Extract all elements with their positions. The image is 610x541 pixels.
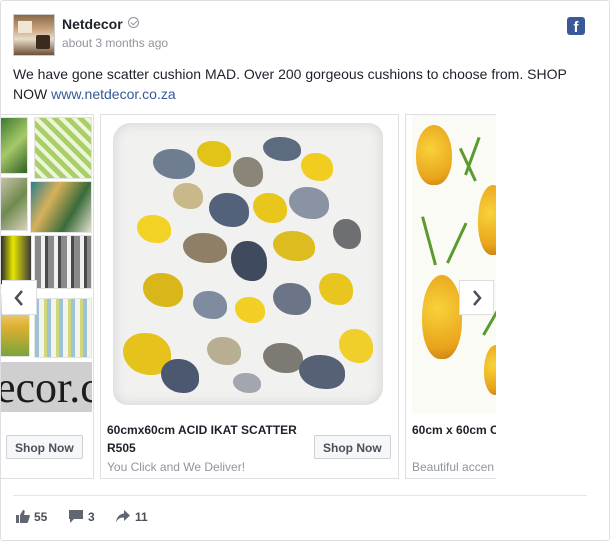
collage-tile xyxy=(1,177,28,231)
post-timestamp[interactable]: about 3 months ago xyxy=(62,36,168,50)
carousel-item[interactable]: 60cmx60cm ACID IKAT SCATTER R505 You Cli… xyxy=(100,114,399,479)
verified-icon xyxy=(128,17,139,28)
product-title[interactable]: 60cm x 60cm C SCATTER R43 xyxy=(412,421,496,439)
product-title[interactable]: 60cmx60cm ACID IKAT SCATTER R505 xyxy=(107,421,302,457)
comment-icon xyxy=(69,510,83,523)
collage-tile xyxy=(34,298,92,358)
product-image[interactable] xyxy=(101,115,398,413)
product-description: Beautiful accen xyxy=(412,460,495,474)
shop-now-button[interactable]: Shop Now xyxy=(6,435,83,459)
facebook-post: Netdecor about 3 months ago f We have go… xyxy=(0,0,610,541)
facebook-icon[interactable]: f xyxy=(567,17,585,35)
collage-tile xyxy=(1,235,32,285)
carousel-next-button[interactable] xyxy=(459,280,494,315)
ikat-cushion-image xyxy=(113,123,383,405)
product-description: You Click and We Deliver! xyxy=(107,460,246,474)
footer-divider xyxy=(13,495,587,496)
collage-tile xyxy=(34,117,92,179)
brand-logo-text: ecor.c xyxy=(1,362,92,412)
chevron-right-icon xyxy=(473,290,482,306)
product-image[interactable] xyxy=(406,115,496,413)
chevron-left-icon xyxy=(14,290,23,306)
pineapple-cushion-image xyxy=(412,115,496,413)
post-link[interactable]: www.netdecor.co.za xyxy=(51,86,176,102)
collage-tile xyxy=(34,235,92,289)
product-image[interactable]: ecor.c xyxy=(1,115,93,413)
collage-tile xyxy=(1,117,28,174)
page-name[interactable]: Netdecor xyxy=(62,16,123,32)
like-icon xyxy=(16,510,30,523)
share-icon xyxy=(116,510,130,523)
collage-tile xyxy=(30,181,92,233)
shop-now-button[interactable]: Shop Now xyxy=(314,435,391,459)
product-carousel: ecor.c Shop Now xyxy=(1,114,496,479)
carousel-prev-button[interactable] xyxy=(2,280,37,315)
page-avatar[interactable] xyxy=(13,14,55,56)
post-text: We have gone scatter cushion MAD. Over 2… xyxy=(13,64,598,104)
